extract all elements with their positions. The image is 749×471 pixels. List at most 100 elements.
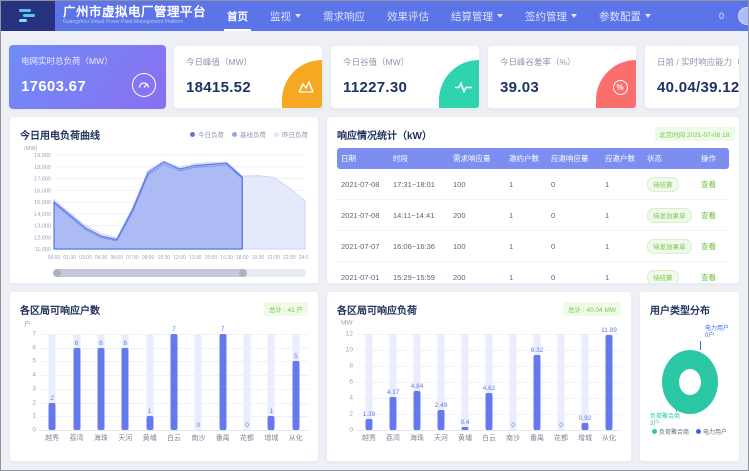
column-header: 状态 (643, 148, 697, 169)
status-badge: 待结算 (647, 270, 679, 285)
view-link[interactable]: 查看 (701, 273, 716, 282)
cell-date: 2021-07-07 (337, 231, 389, 262)
chart-zoom-slider[interactable] (54, 269, 306, 277)
svg-text:00:00: 00:00 (48, 255, 61, 261)
bar[interactable] (219, 334, 226, 430)
nav-item-effect-eval[interactable]: 效果评估 (376, 1, 440, 31)
bar[interactable] (49, 403, 56, 430)
bar[interactable] (97, 348, 104, 430)
nav-item-monitor[interactable]: 监视 (259, 1, 312, 31)
bar[interactable] (390, 397, 397, 430)
bar[interactable] (534, 355, 541, 430)
svg-text:04:30: 04:30 (95, 255, 108, 261)
column-header: 时段 (389, 148, 449, 169)
bar-category: 越秀 (45, 433, 59, 443)
panel-title: 今日用电负荷曲线 (20, 127, 100, 142)
bar[interactable] (486, 393, 493, 430)
nav-item-home[interactable]: 首页 (216, 1, 259, 31)
view-link[interactable]: 查看 (701, 211, 716, 220)
app-window: 广州市虚拟电厂管理平台 Guangzhou Virtual Power Plan… (0, 0, 749, 471)
legend-item[interactable]: 基线负荷 (232, 129, 266, 139)
nav-item-settlement[interactable]: 结算管理 (440, 1, 514, 31)
bar-category: 天河 (434, 433, 448, 443)
y-tick: 7 (32, 331, 36, 338)
kpi-card-response-capability: 日前 / 实时响应能力（MW） 40.04/39.12 (644, 45, 740, 109)
bar[interactable] (122, 348, 129, 430)
bar-category: 增城 (578, 433, 592, 443)
bar-category: 花都 (240, 433, 254, 443)
kpi-card-today-valley: 今日谷值（MW） 11227.30 (330, 45, 480, 109)
legend-item[interactable]: 负荷聚合商 (652, 427, 689, 436)
svg-text:12:00: 12:00 (173, 255, 186, 261)
bar[interactable] (146, 416, 153, 430)
legend-item[interactable]: 昨日负荷 (274, 129, 308, 139)
bar-value: 9.32 (531, 347, 544, 354)
svg-text:18:00: 18:00 (236, 255, 249, 261)
status-badge: 待结算 (647, 177, 679, 192)
cell-date: 2021-07-08 (337, 200, 389, 231)
bar-value: 5 (294, 353, 298, 360)
bar[interactable] (414, 391, 421, 430)
legend-item[interactable]: 电力用户 (696, 427, 727, 436)
cell-invited: 1 (505, 231, 547, 262)
nav-item-contract[interactable]: 签约管理 (514, 1, 588, 31)
nav-item-params[interactable]: 参数配置 (588, 1, 662, 31)
legend-dot (232, 132, 237, 137)
cell-responded-users: 1 (601, 169, 643, 200)
bar-value: 2 (50, 395, 54, 402)
chevron-down-icon (497, 14, 503, 18)
load-curve-chart: (MW)19,00018,00017,00016,00015,00014,000… (20, 143, 308, 261)
bar[interactable] (292, 361, 299, 430)
logo[interactable] (1, 1, 55, 31)
kpi-label: 今日峰值（MW） (186, 56, 310, 68)
view-link[interactable]: 查看 (701, 242, 716, 251)
bar[interactable] (366, 419, 373, 430)
slider-thumb[interactable] (54, 269, 246, 277)
bar[interactable] (582, 423, 589, 430)
nav-item-demand-response[interactable]: 需求响应 (312, 1, 376, 31)
beijing-time-badge: 北京时间 2021-07-08 18: (655, 127, 735, 141)
bar-category: 番禺 (530, 433, 544, 443)
bar-track (244, 334, 251, 430)
notification-count[interactable]: 0 (719, 11, 724, 21)
bar-column: 0南沙 (186, 334, 210, 430)
cell-period: 16:06~16:36 (389, 231, 449, 262)
gridline (40, 430, 308, 431)
y-tick: 1 (32, 413, 36, 420)
navbar-right: 0 (719, 1, 748, 31)
bar-column: 7白云 (162, 334, 186, 430)
bar-value: 2.49 (435, 402, 448, 409)
legend-item[interactable]: 今日负荷 (190, 129, 224, 139)
bar[interactable] (462, 427, 469, 430)
bar-category: 花都 (554, 433, 568, 443)
legend-dot (190, 132, 195, 137)
y-axis-unit: 户 (24, 318, 36, 328)
middle-row: 今日用电负荷曲线 今日负荷基线负荷昨日负荷 (MW)19,00018,00017… (9, 116, 740, 284)
bar-category: 白云 (167, 433, 181, 443)
y-tick: 10 (346, 347, 353, 354)
bar-category: 越秀 (362, 433, 376, 443)
status-badge: 待发效果单 (647, 208, 692, 223)
bar[interactable] (170, 334, 177, 430)
bar[interactable] (73, 348, 80, 430)
bar-column: 0花都 (235, 334, 259, 430)
view-link[interactable]: 查看 (701, 180, 716, 189)
bar[interactable] (438, 410, 445, 430)
y-tick: 0 (349, 427, 353, 434)
svg-text:13:30: 13:30 (189, 255, 202, 261)
svg-text:10:30: 10:30 (158, 255, 171, 261)
user-avatar[interactable] (738, 7, 749, 25)
cell-demand: 100 (449, 231, 505, 262)
kpi-row: 电网实时总负荷（MW） 17603.67 今日峰值（MW） 18415.52 今… (9, 45, 740, 109)
bar-category: 黄埔 (458, 433, 472, 443)
bar[interactable] (268, 416, 275, 430)
panel-title: 各区局可响应户数 (20, 302, 100, 317)
y-tick: 0 (32, 427, 36, 434)
cell-demand: 200 (449, 262, 505, 285)
bar-value: 4.62 (483, 385, 496, 392)
donut-ring[interactable] (662, 350, 718, 414)
bar-value: 0 (197, 422, 201, 429)
svg-text:(MW): (MW) (24, 146, 38, 152)
app-title: 广州市虚拟电厂管理平台 (63, 6, 206, 19)
bar[interactable] (606, 335, 613, 430)
